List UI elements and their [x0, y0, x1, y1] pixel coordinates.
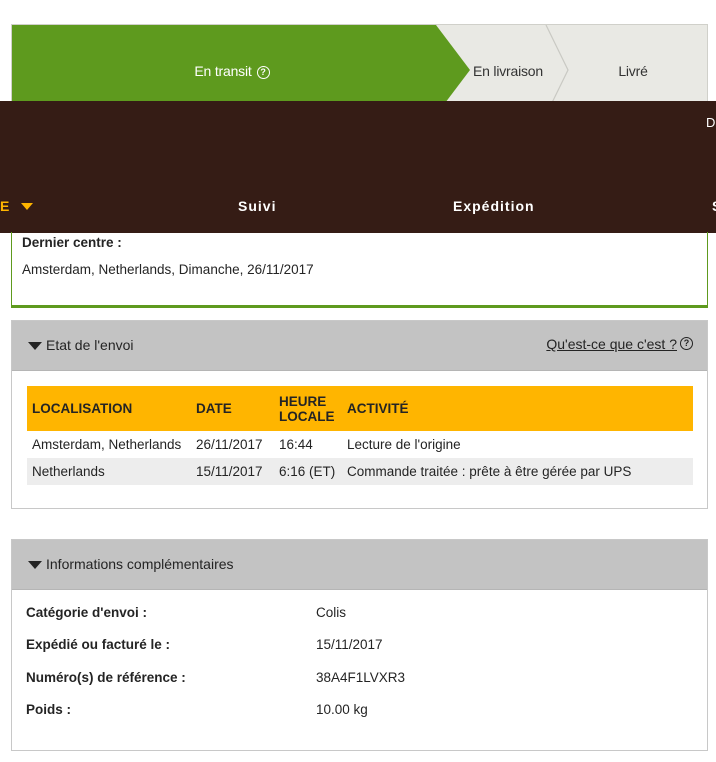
cell-activity: Commande traitée : prête à être gérée pa… — [342, 458, 693, 485]
table-header-row: LOCALISATION DATE HEURE LOCALE ACTIVITÉ — [27, 386, 693, 431]
col-date: DATE — [191, 386, 274, 431]
cell-date: 15/11/2017 — [191, 458, 274, 485]
col-activity: ACTIVITÉ — [342, 386, 693, 431]
nav-corner-text[interactable]: D — [706, 115, 715, 130]
help-icon[interactable]: ? — [680, 337, 693, 350]
step-in-transit-label: En transit — [194, 63, 252, 79]
status-panel-header[interactable]: Etat de l'envoi Qu'est-ce que c'est ? ? — [12, 321, 707, 371]
info-key: Catégorie d'envoi : — [26, 605, 147, 620]
caret-down-icon[interactable] — [28, 342, 42, 350]
table-row: Netherlands 15/11/2017 6:16 (ET) Command… — [27, 458, 693, 485]
nav-item-expedition[interactable]: Expédition — [453, 198, 535, 214]
cell-date: 26/11/2017 — [196, 437, 263, 452]
last-center-label: Dernier centre : — [22, 235, 122, 250]
info-key: Poids : — [26, 702, 72, 717]
cell-time: 6:16 (ET) — [274, 458, 342, 485]
table-row: Amsterdam, Netherlands 26/11/2017 16:44 … — [27, 431, 693, 458]
status-panel-title[interactable]: Etat de l'envoi — [46, 337, 134, 353]
step-in-transit[interactable]: En transit? — [12, 63, 452, 79]
step-out-for-delivery[interactable]: En livraison — [452, 63, 564, 79]
step-delivered[interactable]: Livré — [568, 63, 698, 79]
additional-info-panel: Informations complémentaires Catégorie d… — [11, 539, 708, 751]
cell-location: Netherlands — [27, 458, 191, 485]
additional-info-header[interactable]: Informations complémentaires — [12, 540, 707, 590]
info-value: 38A4F1LVXR3 — [316, 670, 406, 685]
whats-this-link[interactable]: Qu'est-ce que c'est ? — [546, 336, 677, 352]
info-key: Numéro(s) de référence : — [26, 670, 186, 685]
main-nav: D E Suivi Expédition S — [0, 101, 716, 233]
nav-item-partial-right[interactable]: S — [712, 198, 716, 214]
last-center-value: Amsterdam, Netherlands, Dimanche, 26/11/… — [22, 262, 314, 277]
info-value: Colis — [316, 605, 347, 620]
help-icon[interactable]: ? — [256, 65, 270, 79]
chevron-down-icon[interactable] — [21, 203, 33, 210]
col-location: LOCALISATION — [27, 386, 191, 431]
nav-item-partial[interactable]: E — [0, 198, 10, 214]
caret-down-icon[interactable] — [28, 561, 42, 569]
info-value: 10.00 kg — [316, 702, 368, 717]
cell-activity: Lecture de l'origine — [347, 437, 461, 452]
activity-table: LOCALISATION DATE HEURE LOCALE ACTIVITÉ … — [27, 386, 693, 485]
cell-time: 16:44 — [279, 437, 313, 452]
shipment-summary: Dernier centre : Amsterdam, Netherlands,… — [11, 232, 708, 308]
additional-info-title[interactable]: Informations complémentaires — [46, 556, 234, 572]
status-panel: Etat de l'envoi Qu'est-ce que c'est ? ? … — [11, 320, 708, 509]
cell-location: Amsterdam, Netherlands — [32, 437, 182, 452]
col-local-time: HEURE LOCALE — [274, 386, 342, 431]
info-value: 15/11/2017 — [316, 637, 383, 652]
nav-item-suivi[interactable]: Suivi — [238, 198, 276, 214]
info-key: Expédié ou facturé le : — [26, 637, 171, 652]
